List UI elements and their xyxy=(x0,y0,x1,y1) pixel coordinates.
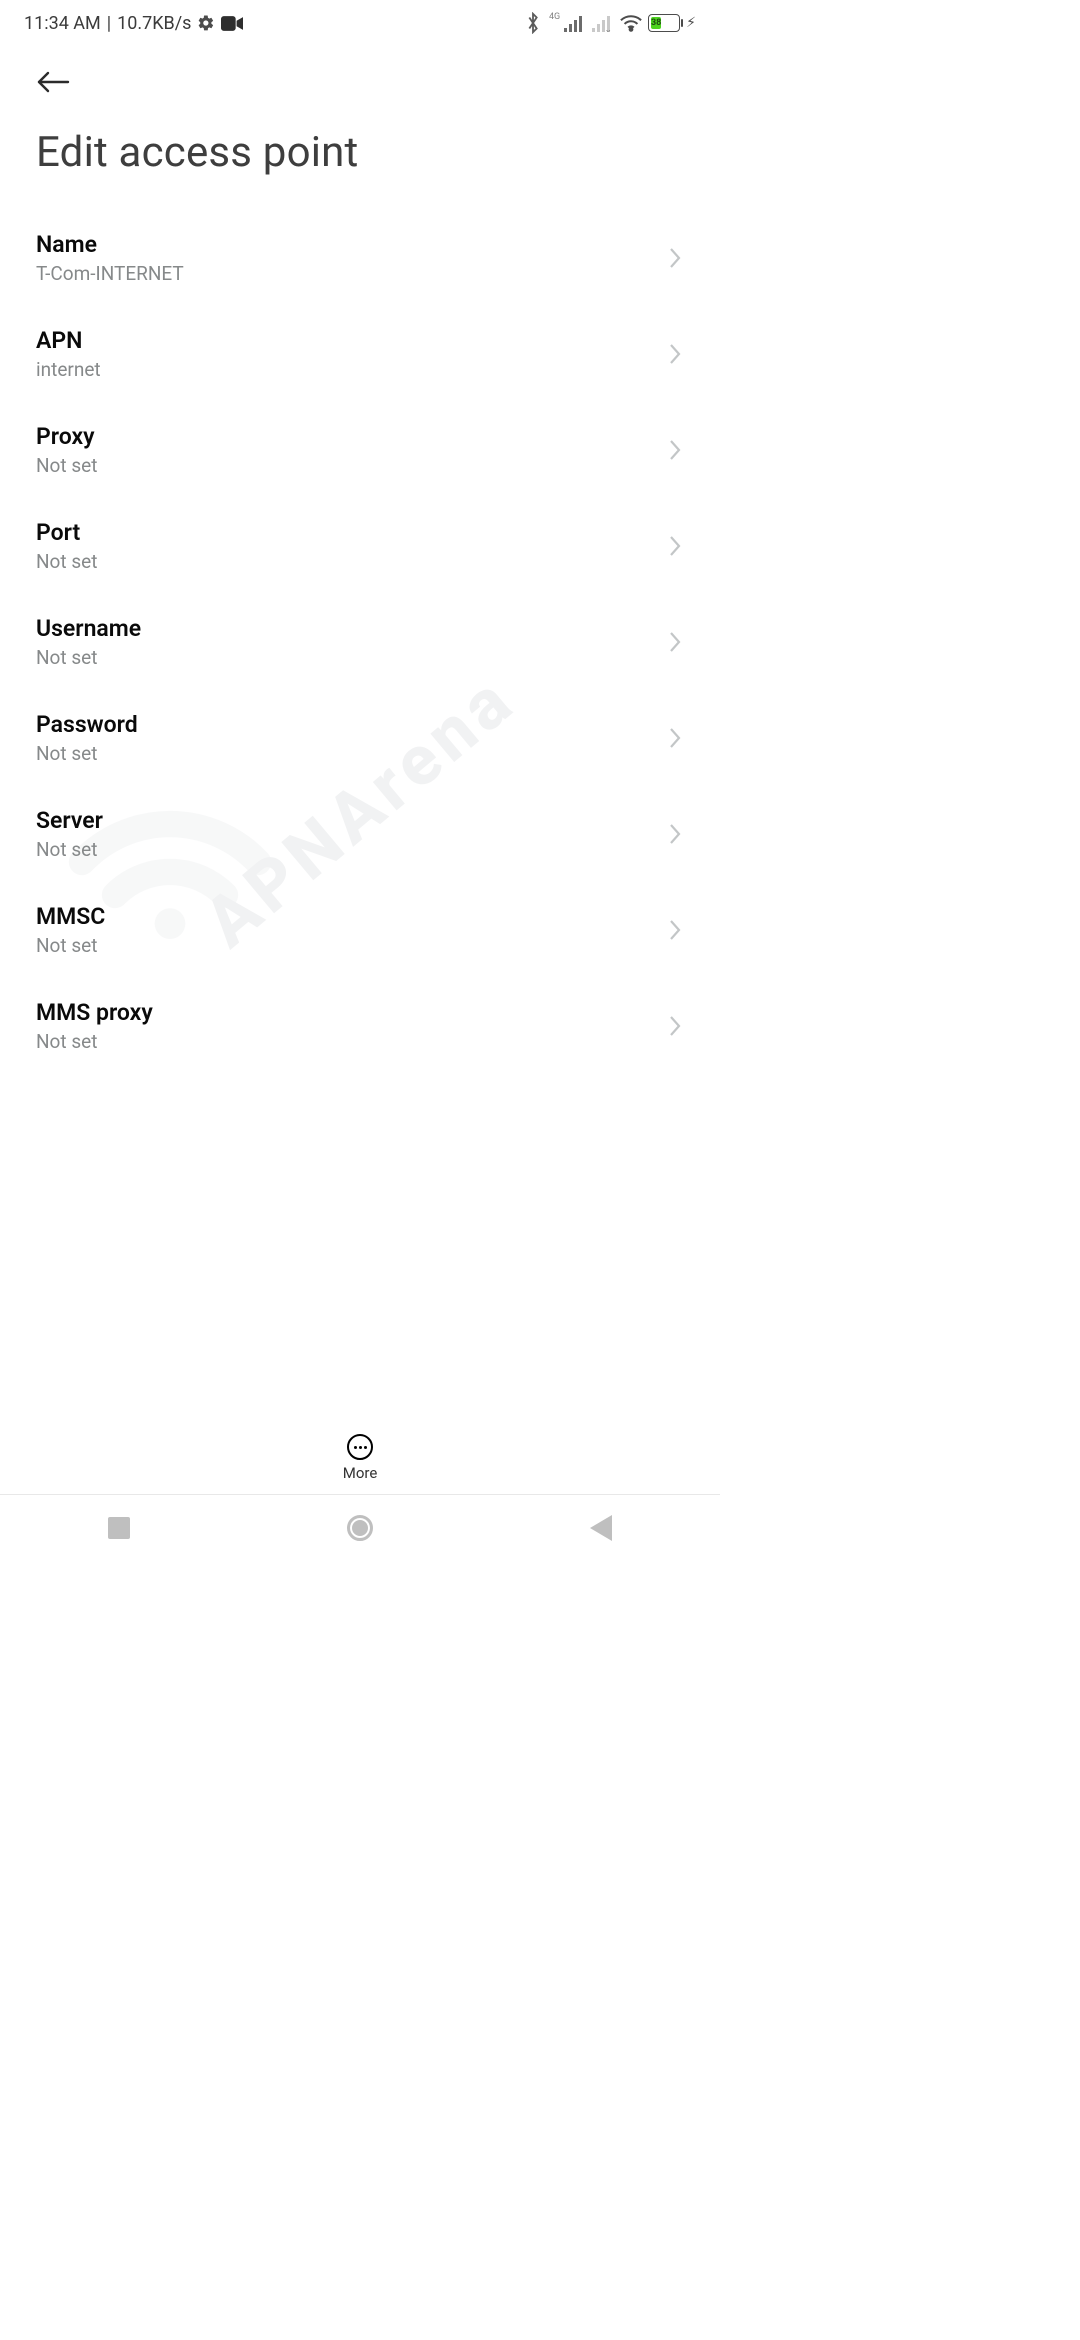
more-button[interactable]: More xyxy=(0,1426,720,1482)
gear-icon xyxy=(197,14,215,32)
signal-sim2-icon: x xyxy=(592,14,614,32)
row-label: Port xyxy=(36,519,97,546)
nav-bar xyxy=(0,1494,720,1560)
settings-list: Name T-Com-INTERNET APN internet Proxy N… xyxy=(36,211,684,1075)
status-time: 11:34 AM xyxy=(24,13,101,34)
row-label: APN xyxy=(36,327,101,354)
wifi-icon xyxy=(620,14,642,32)
row-value: Not set xyxy=(36,742,138,765)
chevron-right-icon xyxy=(668,439,682,461)
row-apn[interactable]: APN internet xyxy=(36,307,684,403)
row-value: Not set xyxy=(36,934,105,957)
row-label: MMSC xyxy=(36,903,105,930)
row-value: Not set xyxy=(36,646,141,669)
chevron-right-icon xyxy=(668,343,682,365)
page-title: Edit access point xyxy=(36,118,684,211)
row-value: Not set xyxy=(36,454,97,477)
more-label: More xyxy=(343,1464,378,1482)
chevron-right-icon xyxy=(668,247,682,269)
chevron-right-icon xyxy=(668,823,682,845)
row-value: Not set xyxy=(36,1030,153,1053)
row-value: internet xyxy=(36,358,101,381)
bluetooth-icon xyxy=(525,12,541,34)
row-value: Not set xyxy=(36,550,97,573)
network-type-label: 4G xyxy=(549,12,560,22)
row-value: T-Com-INTERNET xyxy=(36,262,184,285)
row-label: Server xyxy=(36,807,103,834)
row-username[interactable]: Username Not set xyxy=(36,595,684,691)
row-label: Username xyxy=(36,615,141,642)
chevron-right-icon xyxy=(668,1015,682,1037)
status-bar: 11:34 AM | 10.7KB/s 4G x 38 ⚡︎ xyxy=(0,0,720,42)
nav-back-button[interactable] xyxy=(590,1515,612,1541)
row-mms-proxy[interactable]: MMS proxy Not set xyxy=(36,979,684,1075)
chevron-right-icon xyxy=(668,631,682,653)
status-speed: 10.7KB/s xyxy=(117,13,191,34)
status-sep: | xyxy=(107,13,111,34)
row-label: Proxy xyxy=(36,423,97,450)
nav-home-button[interactable] xyxy=(347,1515,373,1541)
battery-percent: 38 xyxy=(651,18,661,28)
chevron-right-icon xyxy=(668,919,682,941)
row-name[interactable]: Name T-Com-INTERNET xyxy=(36,211,684,307)
chevron-right-icon xyxy=(668,535,682,557)
row-label: Password xyxy=(36,711,138,738)
battery-icon: 38 xyxy=(648,14,680,32)
row-port[interactable]: Port Not set xyxy=(36,499,684,595)
row-server[interactable]: Server Not set xyxy=(36,787,684,883)
more-icon xyxy=(347,1434,373,1460)
row-value: Not set xyxy=(36,838,103,861)
row-label: Name xyxy=(36,231,184,258)
row-label: MMS proxy xyxy=(36,999,153,1026)
svg-text:x: x xyxy=(606,28,611,32)
nav-recents-button[interactable] xyxy=(108,1517,130,1539)
signal-sim1-icon xyxy=(564,14,586,32)
chevron-right-icon xyxy=(668,727,682,749)
row-password[interactable]: Password Not set xyxy=(36,691,684,787)
row-proxy[interactable]: Proxy Not set xyxy=(36,403,684,499)
back-button[interactable] xyxy=(36,68,70,96)
row-mmsc[interactable]: MMSC Not set xyxy=(36,883,684,979)
video-icon xyxy=(221,16,243,31)
charging-icon: ⚡︎ xyxy=(686,15,696,31)
